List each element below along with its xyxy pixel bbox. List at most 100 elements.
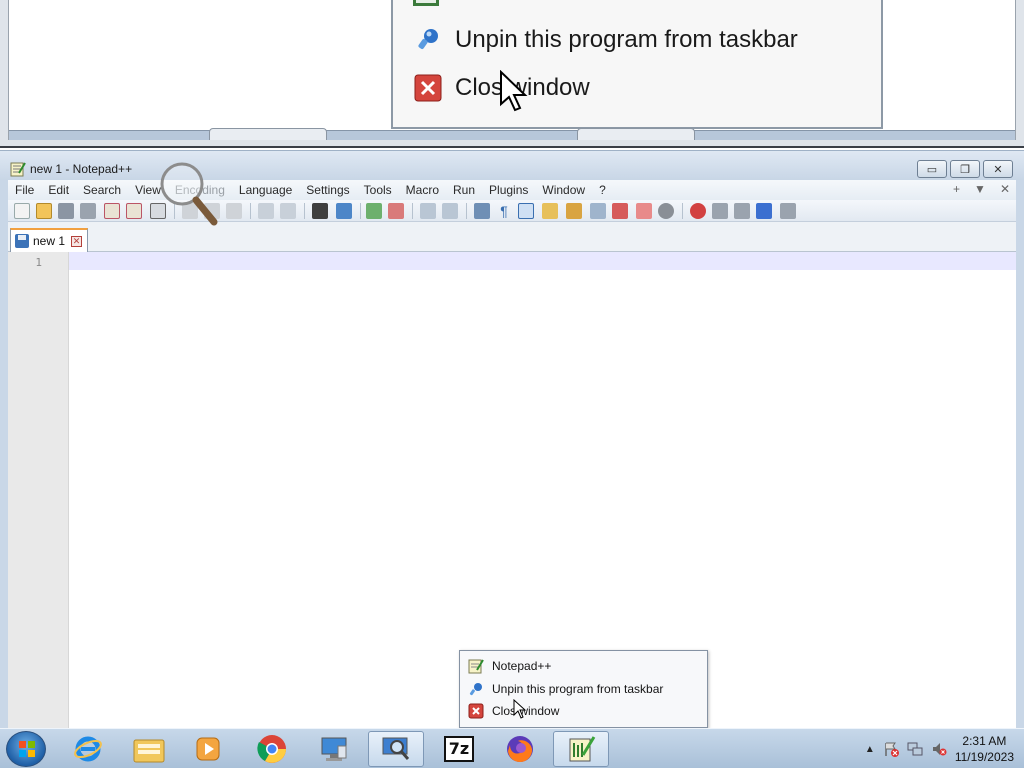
title-bar[interactable]: new 1 - Notepad++ ▭ ❐ ✕ xyxy=(0,150,1024,180)
magnified-unpin-item: Unpin this program from taskbar xyxy=(413,20,798,60)
menu-tools[interactable]: Tools xyxy=(357,183,399,197)
volume-muted-icon[interactable] xyxy=(931,741,947,757)
jumplist-item-notepad[interactable]: Notepad++ xyxy=(468,656,698,676)
taskbar-firefox[interactable] xyxy=(492,731,548,767)
internet-explorer-icon xyxy=(74,736,102,762)
menu-macro[interactable]: Macro xyxy=(399,183,446,197)
taskbar-notepad-plus-plus[interactable] xyxy=(553,731,609,767)
jumplist-item-unpin[interactable]: Unpin this program from taskbar xyxy=(468,679,698,699)
tab-close-icon[interactable]: ✕ xyxy=(71,235,83,247)
windows-logo-icon xyxy=(19,741,35,757)
record-macro-icon[interactable] xyxy=(690,203,706,219)
close-button[interactable]: ✕ xyxy=(983,160,1013,178)
show-all-chars-icon[interactable]: ¶ xyxy=(496,203,512,219)
taskbar-file-explorer[interactable] xyxy=(121,731,177,767)
line-number-gutter: 1 xyxy=(8,252,69,728)
tab-label: new 1 xyxy=(33,234,66,248)
close-window-icon xyxy=(468,703,484,719)
magnified-jumplist: Unpin this program from taskbar Clos win… xyxy=(391,0,883,129)
new-file-icon[interactable] xyxy=(14,203,30,219)
menu-settings[interactable]: Settings xyxy=(299,183,356,197)
tab-list-button[interactable]: ▼ xyxy=(974,182,986,196)
undo-icon[interactable] xyxy=(258,203,274,219)
taskbar-remote-desktop[interactable] xyxy=(306,731,362,767)
show-hidden-icons-button[interactable]: ▲ xyxy=(865,744,875,755)
close-icon: ✕ xyxy=(993,163,1003,176)
menu-help[interactable]: ? xyxy=(592,183,613,197)
unknown-tool-icon[interactable] xyxy=(658,203,674,219)
menu-search[interactable]: Search xyxy=(76,183,128,197)
function-list-icon[interactable] xyxy=(590,203,606,219)
clock-date: 11/19/2023 xyxy=(954,750,1014,764)
taskbar-chrome[interactable] xyxy=(244,731,300,767)
close-tab-button[interactable]: ✕ xyxy=(1000,182,1010,196)
magnified-taskbar-edge xyxy=(9,128,1015,140)
file-explorer-icon xyxy=(133,739,165,763)
menu-edit[interactable]: Edit xyxy=(41,183,76,197)
minimize-button[interactable]: ▭ xyxy=(917,160,947,178)
tab-new-1[interactable]: new 1 ✕ xyxy=(10,228,88,252)
taskbar-magnifier[interactable] xyxy=(368,731,424,767)
monitoring-icon[interactable] xyxy=(636,203,652,219)
pin-icon xyxy=(468,681,484,697)
paste-icon[interactable] xyxy=(226,203,242,219)
magnified-unpin-label: Unpin this program from taskbar xyxy=(455,26,798,53)
taskbar-internet-explorer[interactable] xyxy=(60,731,116,767)
doc-map-icon[interactable] xyxy=(566,203,582,219)
folder-workspace-icon[interactable] xyxy=(612,203,628,219)
restore-button[interactable]: ❐ xyxy=(950,160,980,178)
play-macro-icon[interactable] xyxy=(734,203,750,219)
user-lang-icon[interactable] xyxy=(542,203,558,219)
taskbar-jumplist: Notepad++ Unpin this program from taskba… xyxy=(459,650,708,728)
action-center-icon[interactable] xyxy=(883,741,899,757)
minimize-icon: ▭ xyxy=(926,163,938,176)
magnifier-lens-icon xyxy=(160,162,218,226)
word-wrap-icon[interactable] xyxy=(474,203,490,219)
close-file-icon[interactable] xyxy=(104,203,120,219)
magnifier-view: Unpin this program from taskbar Clos win… xyxy=(0,0,1024,148)
menu-language[interactable]: Language xyxy=(232,183,299,197)
menu-plugins[interactable]: Plugins xyxy=(482,183,535,197)
new-tab-button[interactable]: + xyxy=(953,182,960,196)
zoom-out-icon[interactable] xyxy=(388,203,404,219)
jumplist-item-close[interactable]: Clos window xyxy=(468,701,698,721)
start-button[interactable] xyxy=(6,731,46,767)
pin-icon xyxy=(413,25,443,55)
menu-file[interactable]: File xyxy=(8,183,41,197)
taskbar-media-player[interactable] xyxy=(180,731,236,767)
save-all-icon[interactable] xyxy=(80,203,96,219)
jumplist-item-label: Unpin this program from taskbar xyxy=(492,682,664,696)
close-all-icon[interactable] xyxy=(126,203,142,219)
stop-macro-icon[interactable] xyxy=(712,203,728,219)
firefox-icon xyxy=(507,736,533,763)
replace-icon[interactable] xyxy=(336,203,352,219)
save-macro-icon[interactable] xyxy=(780,203,796,219)
notepad-plus-plus-icon xyxy=(10,162,26,177)
mouse-cursor-icon xyxy=(513,699,527,719)
clock[interactable]: 2:31 AM 11/19/2023 xyxy=(955,733,1014,765)
chrome-icon xyxy=(257,735,286,763)
current-line-highlight xyxy=(69,252,1016,270)
restore-icon: ❐ xyxy=(960,163,970,176)
open-file-icon[interactable] xyxy=(36,203,52,219)
menu-run[interactable]: Run xyxy=(446,183,482,197)
notepad-plus-plus-icon xyxy=(468,658,484,674)
indent-guide-icon[interactable] xyxy=(518,203,534,219)
magnified-cursor-icon xyxy=(500,70,528,112)
7zip-label: 7z xyxy=(448,739,470,758)
taskbar-7zip[interactable]: 7z xyxy=(431,731,487,767)
sync-vertical-icon[interactable] xyxy=(420,203,436,219)
run-macro-multiple-icon[interactable] xyxy=(756,203,772,219)
clock-time: 2:31 AM xyxy=(962,734,1007,748)
find-icon[interactable] xyxy=(312,203,328,219)
sync-horizontal-icon[interactable] xyxy=(442,203,458,219)
menu-window[interactable]: Window xyxy=(535,183,592,197)
zoom-in-icon[interactable] xyxy=(366,203,382,219)
window-title: new 1 - Notepad++ xyxy=(30,162,133,176)
network-icon[interactable] xyxy=(907,741,923,757)
line-number: 1 xyxy=(35,256,42,269)
save-icon[interactable] xyxy=(58,203,74,219)
redo-icon[interactable] xyxy=(280,203,296,219)
remote-desktop-icon xyxy=(321,737,347,761)
taskbar: 7z ▲ 2:31 AM 11/19/2023 xyxy=(0,728,1024,768)
